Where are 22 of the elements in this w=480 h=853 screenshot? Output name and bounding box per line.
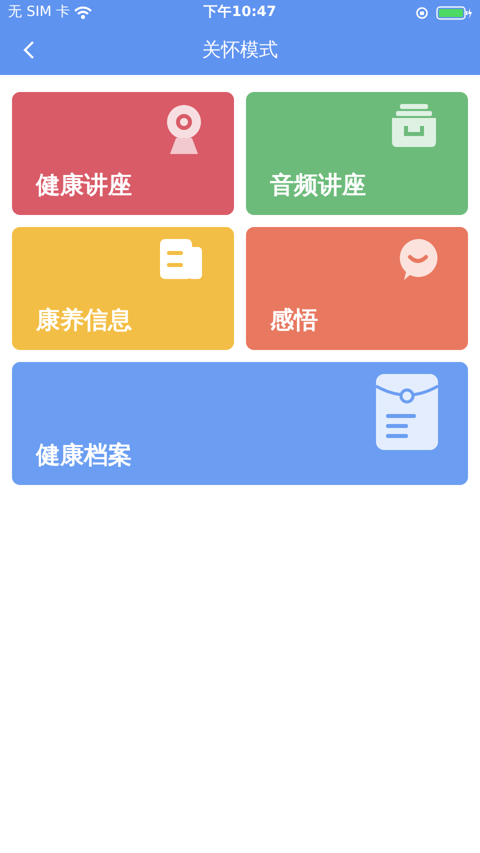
card-title: 健康讲座 (36, 173, 132, 197)
card-title: 健康档案 (36, 443, 132, 467)
card-title: 康养信息 (36, 308, 132, 332)
menu-card[interactable]: 感悟 (246, 227, 468, 350)
battery-icon (436, 6, 472, 20)
clock-text: 下午10:47 (204, 3, 276, 22)
document-icon (160, 239, 204, 281)
page-title: 关怀模式 (202, 38, 278, 63)
file-envelope-icon (376, 374, 438, 450)
carrier-text: 无 SIM 卡 (8, 3, 70, 22)
card-title: 感悟 (270, 308, 318, 332)
menu-card[interactable]: 音频讲座 (246, 92, 468, 215)
wifi-icon (74, 6, 92, 19)
menu-card[interactable]: 健康档案 (12, 362, 468, 485)
card-title: 音频讲座 (270, 173, 366, 197)
archive-box-icon (390, 104, 438, 148)
webcam-icon (164, 104, 204, 156)
back-icon (23, 40, 35, 60)
menu-card[interactable]: 康养信息 (12, 227, 234, 350)
menu-card[interactable]: 健康讲座 (12, 92, 234, 215)
smile-chat-icon (398, 239, 438, 281)
rotation-lock-icon (416, 6, 428, 18)
